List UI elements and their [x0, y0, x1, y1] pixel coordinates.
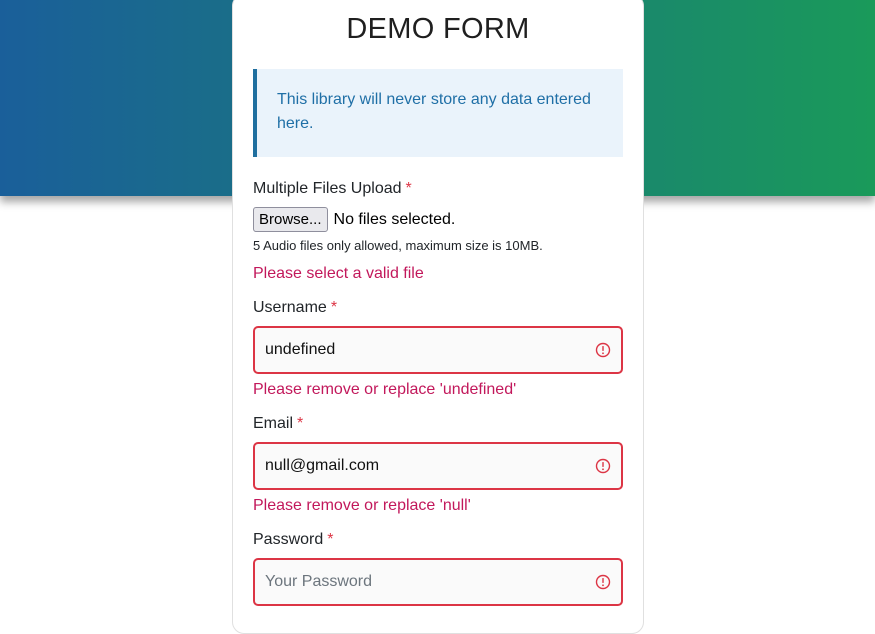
required-mark: * [327, 531, 334, 548]
info-notice: This library will never store any data e… [253, 69, 623, 157]
required-mark: * [297, 415, 304, 432]
form-card: DEMO FORM This library will never store … [232, 0, 644, 634]
browse-button[interactable]: Browse... [253, 207, 328, 232]
password-placeholder[interactable]: Your Password [265, 573, 595, 591]
username-field[interactable]: undefined [253, 326, 623, 374]
username-error: Please remove or replace 'undefined' [253, 381, 517, 398]
file-input[interactable]: Browse... No files selected. [253, 207, 455, 232]
email-label: Email * [253, 415, 303, 433]
password-field[interactable]: Your Password [253, 558, 623, 606]
exclamation-circle-icon [595, 342, 611, 358]
username-value[interactable]: undefined [265, 341, 595, 359]
email-label-text: Email [253, 415, 294, 432]
files-error: Please select a valid file [253, 265, 424, 282]
files-label-text: Multiple Files Upload [253, 180, 402, 197]
email-field[interactable]: null@gmail.com [253, 442, 623, 490]
file-status: No files selected. [333, 210, 456, 228]
required-mark: * [405, 180, 412, 197]
email-error: Please remove or replace 'null' [253, 497, 471, 514]
files-label: Multiple Files Upload * [253, 180, 412, 198]
username-label-text: Username [253, 299, 327, 316]
exclamation-circle-icon [595, 574, 611, 590]
password-label-text: Password [253, 531, 324, 548]
password-label: Password * [253, 531, 333, 549]
exclamation-circle-icon [595, 458, 611, 474]
files-hint: 5 Audio files only allowed, maximum size… [253, 238, 543, 253]
username-label: Username * [253, 299, 337, 317]
email-value[interactable]: null@gmail.com [265, 457, 595, 475]
form-title: DEMO FORM [346, 13, 530, 45]
required-mark: * [330, 299, 338, 316]
